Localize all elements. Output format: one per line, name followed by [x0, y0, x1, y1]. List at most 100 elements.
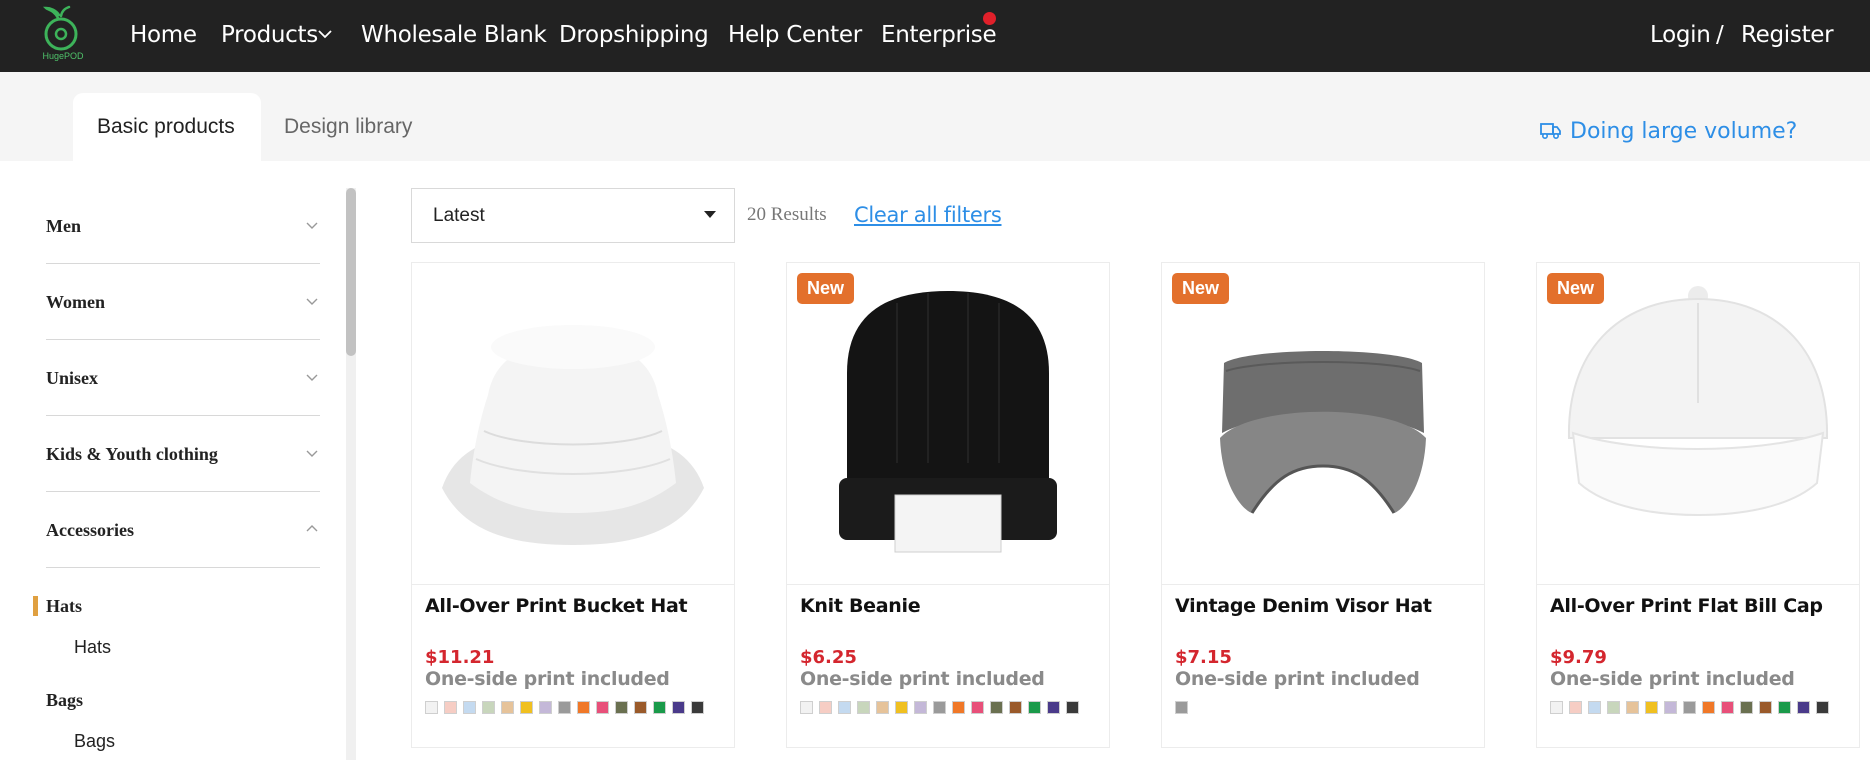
color-swatch[interactable]: [520, 701, 533, 714]
color-swatches: [1550, 701, 1835, 714]
register-link[interactable]: Register: [1741, 20, 1834, 50]
color-swatch[interactable]: [1740, 701, 1753, 714]
product-title[interactable]: Knit Beanie: [800, 595, 921, 617]
color-swatch[interactable]: [1550, 701, 1563, 714]
color-swatch[interactable]: [933, 701, 946, 714]
results-count: 20 Results: [747, 204, 827, 225]
color-swatch[interactable]: [1721, 701, 1734, 714]
hugepod-logo[interactable]: HugePOD: [38, 4, 88, 64]
product-note: One-side print included: [800, 668, 1045, 690]
product-price: $7.15: [1175, 647, 1232, 668]
sidebar-scrollbar-thumb[interactable]: [346, 188, 356, 356]
color-swatch[interactable]: [1797, 701, 1810, 714]
new-badge: New: [797, 273, 855, 304]
color-swatch[interactable]: [1626, 701, 1639, 714]
visor-hat-illustration: [1220, 351, 1426, 514]
color-swatch[interactable]: [1702, 701, 1715, 714]
color-swatch[interactable]: [876, 701, 889, 714]
product-card[interactable]: New Knit Beanie $6.25 One-side print inc…: [786, 262, 1110, 748]
color-swatch[interactable]: [971, 701, 984, 714]
color-swatch[interactable]: [482, 701, 495, 714]
tab-design-library[interactable]: Design library: [284, 115, 412, 139]
sidebar-item-bags[interactable]: Bags: [74, 731, 115, 752]
sidebar-category-unisex[interactable]: Unisex: [46, 340, 320, 416]
bucket-hat-illustration: [442, 325, 704, 545]
color-swatch[interactable]: [990, 701, 1003, 714]
color-swatch[interactable]: [691, 701, 704, 714]
tab-band: Basic products Design library Doing larg…: [0, 72, 1870, 161]
new-badge: New: [1547, 273, 1605, 304]
color-swatch[interactable]: [444, 701, 457, 714]
color-swatch[interactable]: [501, 701, 514, 714]
color-swatches: [1175, 701, 1194, 714]
product-image-knit-beanie[interactable]: New: [787, 263, 1109, 585]
color-swatch[interactable]: [914, 701, 927, 714]
color-swatch[interactable]: [558, 701, 571, 714]
color-swatch[interactable]: [1683, 701, 1696, 714]
nav-home[interactable]: Home: [130, 20, 197, 50]
color-swatch[interactable]: [1588, 701, 1601, 714]
sidebar-category-accessories[interactable]: Accessories: [46, 492, 320, 568]
nav-enterprise[interactable]: Enterprise: [881, 20, 997, 50]
large-volume-link[interactable]: Doing large volume?: [1540, 116, 1797, 146]
logo-text: HugePOD: [42, 51, 84, 61]
product-image-bucket-hat[interactable]: [412, 263, 734, 585]
chevron-down-icon: [306, 450, 318, 457]
nav-help-center[interactable]: Help Center: [728, 20, 862, 50]
product-note: One-side print included: [1550, 668, 1795, 690]
product-card[interactable]: All-Over Print Bucket Hat $11.21 One-sid…: [411, 262, 735, 748]
color-swatch[interactable]: [653, 701, 666, 714]
notification-dot: [983, 12, 996, 25]
product-title[interactable]: Vintage Denim Visor Hat: [1175, 595, 1432, 617]
category-label: Women: [46, 292, 106, 312]
chevron-up-icon: [306, 525, 318, 532]
color-swatch[interactable]: [819, 701, 832, 714]
color-swatch[interactable]: [539, 701, 552, 714]
color-swatch[interactable]: [1569, 701, 1582, 714]
product-card[interactable]: New Vintage Denim Visor Hat $7.15 One-si…: [1161, 262, 1485, 748]
product-card[interactable]: New All-Over Print Flat Bill Cap $9.79 O…: [1536, 262, 1860, 748]
color-swatch[interactable]: [596, 701, 609, 714]
color-swatch[interactable]: [857, 701, 870, 714]
tab-basic-products-label[interactable]: Basic products: [97, 115, 235, 139]
color-swatch[interactable]: [577, 701, 590, 714]
sort-select[interactable]: Latest: [411, 188, 735, 243]
subgroup-hats[interactable]: Hats: [46, 596, 82, 617]
color-swatch[interactable]: [800, 701, 813, 714]
color-swatch[interactable]: [895, 701, 908, 714]
subgroup-bags[interactable]: Bags: [46, 690, 83, 711]
clear-filters-link[interactable]: Clear all filters: [854, 203, 1002, 227]
color-swatch[interactable]: [1047, 701, 1060, 714]
nav-products[interactable]: Products: [221, 20, 318, 50]
color-swatch[interactable]: [952, 701, 965, 714]
login-link[interactable]: Login: [1650, 20, 1711, 50]
product-image-flat-bill-cap[interactable]: New: [1537, 263, 1859, 585]
color-swatch[interactable]: [425, 701, 438, 714]
product-note: One-side print included: [425, 668, 670, 690]
color-swatch[interactable]: [1645, 701, 1658, 714]
color-swatch[interactable]: [1066, 701, 1079, 714]
color-swatch[interactable]: [634, 701, 647, 714]
product-title[interactable]: All-Over Print Flat Bill Cap: [1550, 595, 1823, 617]
color-swatch[interactable]: [1607, 701, 1620, 714]
color-swatch[interactable]: [1664, 701, 1677, 714]
color-swatch[interactable]: [463, 701, 476, 714]
color-swatch[interactable]: [1175, 701, 1188, 714]
color-swatch[interactable]: [1816, 701, 1829, 714]
color-swatch[interactable]: [672, 701, 685, 714]
color-swatch[interactable]: [1778, 701, 1791, 714]
color-swatch[interactable]: [1759, 701, 1772, 714]
color-swatch[interactable]: [1028, 701, 1041, 714]
product-title[interactable]: All-Over Print Bucket Hat: [425, 595, 688, 617]
sidebar-item-hats[interactable]: Hats: [74, 637, 111, 658]
product-image-visor-hat[interactable]: New: [1162, 263, 1484, 585]
color-swatch[interactable]: [838, 701, 851, 714]
nav-wholesale-blank[interactable]: Wholesale Blank: [361, 20, 547, 50]
chevron-down-icon[interactable]: [315, 24, 335, 44]
sidebar-category-women[interactable]: Women: [46, 264, 320, 340]
sidebar-category-men[interactable]: Men: [46, 188, 320, 264]
color-swatch[interactable]: [615, 701, 628, 714]
color-swatch[interactable]: [1009, 701, 1022, 714]
nav-dropshipping[interactable]: Dropshipping: [559, 20, 709, 50]
sidebar-category-kids-youth[interactable]: Kids & Youth clothing: [46, 416, 320, 492]
